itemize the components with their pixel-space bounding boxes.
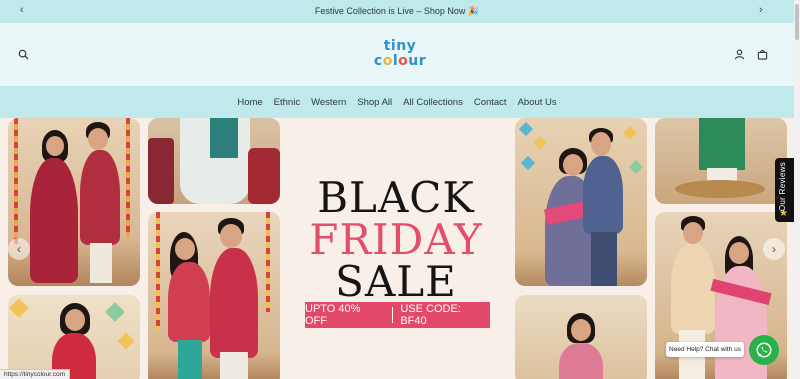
announcement-text[interactable]: Festive Collection is Live – Shop Now 🎉 bbox=[315, 6, 479, 17]
logo-letter: c bbox=[373, 53, 383, 69]
logo-line-2: colour bbox=[372, 54, 428, 68]
chevron-right-icon[interactable]: › bbox=[759, 4, 763, 16]
star-icon: ★ bbox=[779, 208, 788, 219]
chevron-left-icon[interactable]: ‹ bbox=[20, 4, 24, 16]
scrollbar-thumb[interactable] bbox=[795, 4, 799, 40]
logo-letter: o bbox=[398, 53, 409, 69]
promo-code: USE CODE: BF40 bbox=[400, 303, 461, 327]
logo-line-1: tiny bbox=[383, 38, 417, 54]
headline-sale: SALE bbox=[335, 256, 457, 306]
sale-headline: BLACK FRIDAY SALE bbox=[296, 173, 496, 306]
headline-friday: FRIDAY bbox=[309, 214, 483, 264]
carousel-next-button[interactable]: › bbox=[763, 238, 785, 260]
whatsapp-button[interactable] bbox=[749, 335, 779, 365]
promo-offer: UPTO 40% OFF bbox=[305, 303, 361, 327]
nav-contact[interactable]: Contact bbox=[474, 97, 507, 108]
browser-status-bar: https://tinycolour.com bbox=[0, 369, 71, 379]
headline-black: BLACK bbox=[317, 173, 475, 222]
chat-help-bubble[interactable]: Need Help? Chat with us bbox=[666, 342, 744, 357]
nav-home[interactable]: Home bbox=[237, 97, 262, 108]
shopping-bag-icon[interactable] bbox=[757, 49, 768, 60]
search-icon[interactable] bbox=[18, 49, 29, 60]
logo-letter: o bbox=[382, 53, 393, 69]
chat-help-text: Need Help? Chat with us bbox=[669, 346, 741, 353]
carousel-prev-button[interactable]: ‹ bbox=[8, 238, 30, 260]
status-url: https://tinycolour.com bbox=[4, 371, 66, 378]
main-nav: Home Ethnic Western Shop All All Collect… bbox=[0, 86, 794, 118]
reviews-tab[interactable]: Our Reviews ★ bbox=[775, 158, 794, 222]
product-image[interactable] bbox=[148, 118, 280, 204]
logo[interactable]: tiny colour bbox=[372, 39, 428, 75]
product-image[interactable] bbox=[8, 295, 140, 379]
promo-banner[interactable]: UPTO 40% OFF USE CODE: BF40 bbox=[305, 302, 490, 328]
nav-all-collections[interactable]: All Collections bbox=[403, 97, 463, 108]
announcement-bar: ‹ Festive Collection is Live – Shop Now … bbox=[0, 0, 794, 23]
nav-ethnic[interactable]: Ethnic bbox=[274, 97, 300, 108]
user-icon[interactable] bbox=[734, 49, 745, 60]
nav-western[interactable]: Western bbox=[311, 97, 346, 108]
product-image[interactable] bbox=[8, 118, 140, 286]
product-image[interactable] bbox=[655, 118, 787, 204]
nav-shop-all[interactable]: Shop All bbox=[357, 97, 392, 108]
logo-letter: ur bbox=[408, 53, 427, 69]
divider bbox=[392, 307, 394, 323]
product-image[interactable] bbox=[515, 118, 647, 286]
page-scrollbar[interactable] bbox=[794, 0, 800, 379]
product-image[interactable] bbox=[515, 295, 647, 379]
site-header: tiny colour bbox=[0, 23, 794, 86]
reviews-label: Our Reviews bbox=[778, 162, 787, 212]
nav-about-us[interactable]: About Us bbox=[518, 97, 557, 108]
product-image[interactable] bbox=[148, 212, 280, 379]
page: ‹ Festive Collection is Live – Shop Now … bbox=[0, 0, 800, 379]
whatsapp-icon bbox=[756, 342, 772, 358]
